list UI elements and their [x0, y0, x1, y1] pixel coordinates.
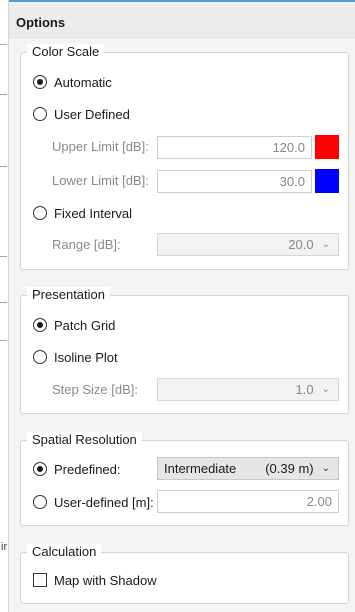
chevron-down-icon: ⌄ — [321, 463, 330, 474]
upper-limit-color-swatch[interactable] — [315, 135, 339, 159]
lower-limit-color-swatch[interactable] — [315, 169, 339, 193]
user-defined-radio[interactable] — [33, 107, 47, 121]
predefined-resolution-detail: (0.39 m) — [265, 461, 314, 476]
color-scale-group: Color Scale Automatic User Defined Upper… — [20, 44, 349, 270]
edge-divider — [0, 166, 7, 167]
map-with-shadow-option[interactable]: Map with Shadow — [33, 570, 157, 590]
range-value: 20.0 — [288, 237, 314, 252]
step-size-dropdown[interactable]: 1.0 ⌄ — [157, 378, 339, 401]
range-label: Range [dB]: — [52, 237, 121, 252]
range-dropdown[interactable]: 20.0 ⌄ — [157, 233, 339, 256]
edge-clipped-text: ir — [1, 541, 8, 553]
spatial-resolution-group: Spatial Resolution Predefined: Intermedi… — [20, 432, 349, 526]
calculation-title: Calculation — [27, 544, 102, 560]
edge-divider — [0, 94, 7, 95]
isoline-plot-label: Isoline Plot — [54, 349, 118, 365]
upper-limit-input[interactable]: 120.0 — [157, 136, 312, 159]
options-panel: Options Color Scale Automatic User Defin… — [8, 0, 355, 612]
calculation-group: Calculation Map with Shadow — [20, 544, 349, 604]
user-defined-resolution-input[interactable]: 2.00 — [157, 490, 339, 513]
fixed-interval-option[interactable]: Fixed Interval — [33, 203, 132, 223]
isoline-plot-radio[interactable] — [33, 350, 47, 364]
automatic-label: Automatic — [54, 74, 112, 90]
patch-grid-radio[interactable] — [33, 318, 47, 332]
lower-limit-label: Lower Limit [dB]: — [52, 173, 149, 188]
user-defined-resolution-label: User-defined [m]: — [54, 494, 154, 510]
user-defined-label: User Defined — [54, 106, 130, 122]
lower-limit-input[interactable]: 30.0 — [157, 170, 312, 193]
predefined-resolution-dropdown[interactable]: Intermediate (0.39 m) ⌄ — [157, 457, 339, 480]
chevron-down-icon: ⌄ — [321, 384, 330, 395]
predefined-option[interactable]: Predefined: — [33, 459, 121, 479]
automatic-radio[interactable] — [33, 75, 47, 89]
map-with-shadow-checkbox[interactable] — [33, 573, 47, 587]
edge-divider — [0, 44, 7, 45]
edge-divider — [0, 302, 7, 303]
panel-title: Options — [16, 15, 66, 30]
predefined-radio[interactable] — [33, 462, 47, 476]
fixed-interval-label: Fixed Interval — [54, 205, 133, 221]
edge-divider — [0, 256, 7, 257]
presentation-group: Presentation Patch Grid Isoline Plot Ste… — [20, 287, 349, 414]
left-panel-edge: ir — [0, 0, 8, 612]
step-size-value: 1.0 — [295, 382, 314, 397]
color-scale-title: Color Scale — [27, 44, 105, 60]
spatial-resolution-title: Spatial Resolution — [27, 432, 142, 448]
predefined-resolution-value: Intermediate — [164, 461, 237, 476]
predefined-label: Predefined: — [54, 461, 121, 477]
patch-grid-option[interactable]: Patch Grid — [33, 315, 115, 335]
user-defined-option[interactable]: User Defined — [33, 104, 130, 124]
fixed-interval-radio[interactable] — [33, 206, 47, 220]
user-defined-resolution-radio[interactable] — [33, 495, 47, 509]
patch-grid-label: Patch Grid — [54, 317, 116, 333]
panel-header: Options — [9, 4, 355, 38]
edge-divider — [0, 340, 7, 341]
chevron-down-icon: ⌄ — [321, 239, 330, 250]
step-size-label: Step Size [dB]: — [52, 382, 138, 397]
user-defined-resolution-option[interactable]: User-defined [m]: — [33, 492, 154, 512]
isoline-plot-option[interactable]: Isoline Plot — [33, 347, 118, 367]
automatic-option[interactable]: Automatic — [33, 72, 112, 92]
map-with-shadow-label: Map with Shadow — [54, 572, 157, 588]
upper-limit-label: Upper Limit [dB]: — [52, 139, 149, 154]
panel-accent-line — [9, 0, 355, 2]
presentation-title: Presentation — [27, 287, 110, 303]
